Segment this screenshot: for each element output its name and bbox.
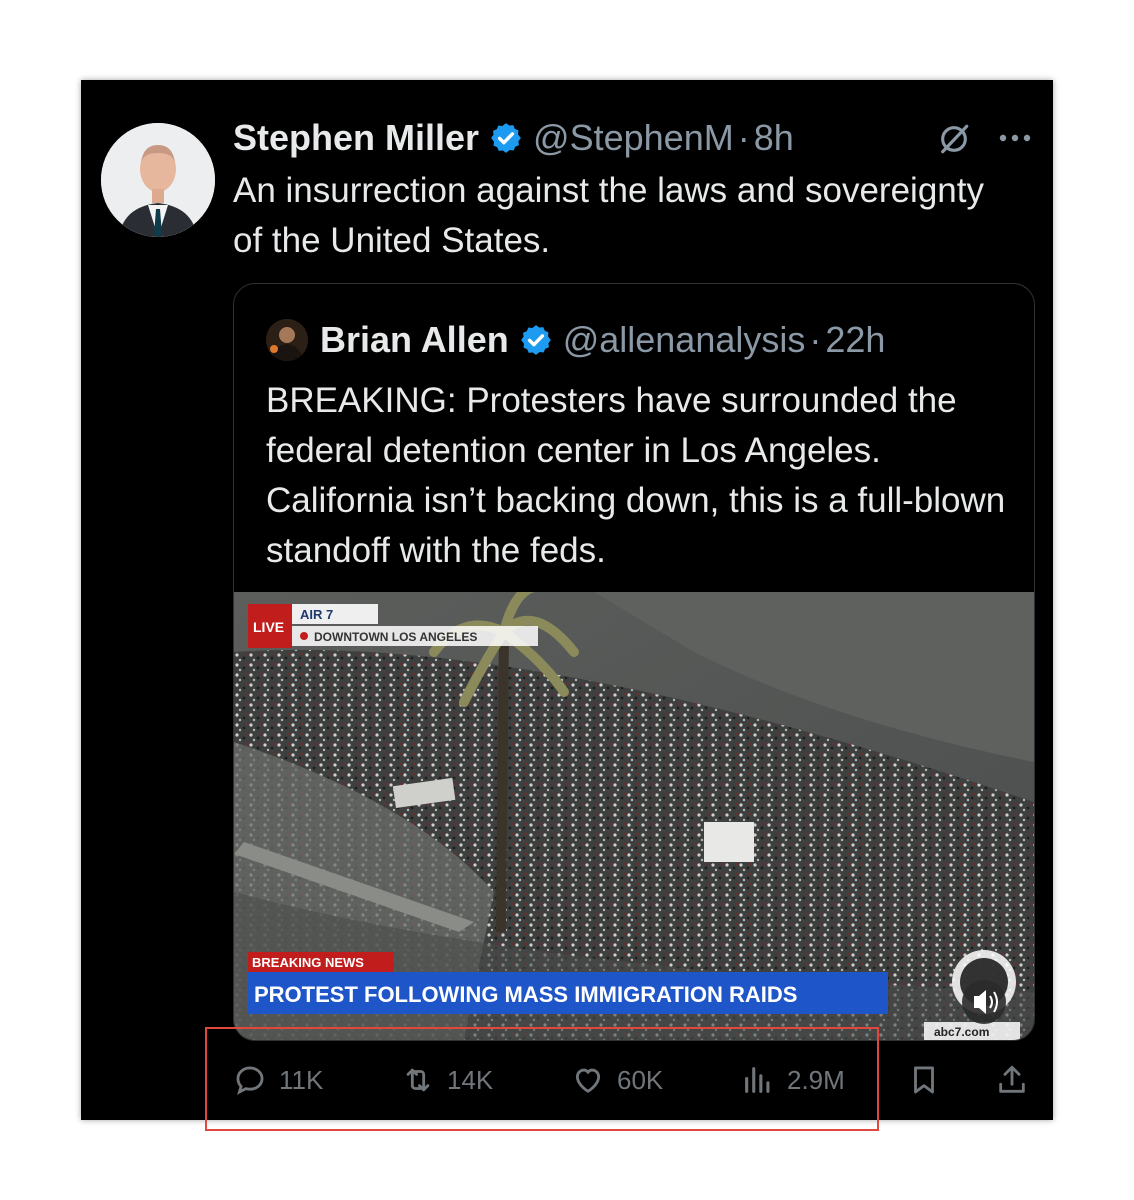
bookmark-icon bbox=[914, 1066, 934, 1094]
author-name[interactable]: Stephen Miller bbox=[233, 117, 479, 159]
quoted-tweet-header: Brian Allen @allenanalysis · 22h bbox=[266, 317, 885, 363]
quoted-tweet-text: BREAKING: Protesters have surrounded the… bbox=[266, 381, 1006, 570]
more-icon[interactable] bbox=[997, 128, 1033, 148]
share-icon bbox=[999, 1065, 1025, 1093]
verified-badge-icon bbox=[491, 123, 521, 153]
breaking-news-label: BREAKING NEWS bbox=[252, 955, 364, 970]
quoted-author-name[interactable]: Brian Allen bbox=[320, 319, 509, 361]
grok-icon[interactable] bbox=[937, 122, 971, 156]
quoted-author-avatar[interactable] bbox=[266, 319, 308, 361]
tweet-header: Stephen Miller @StephenM · 8h bbox=[233, 115, 794, 161]
aerial-protest-video-frame: LIVE AIR 7 DOWNTOWN LOS ANGELES BREAKING… bbox=[234, 592, 1034, 1040]
engagement-highlight-box bbox=[205, 1027, 879, 1131]
headline-ticker: PROTEST FOLLOWING MASS IMMIGRATION RAIDS bbox=[254, 982, 797, 1007]
share-button[interactable] bbox=[995, 1060, 1041, 1100]
station-site: abc7.com bbox=[934, 1025, 989, 1039]
separator-dot: · bbox=[737, 117, 750, 158]
volume-icon[interactable] bbox=[962, 980, 1006, 1024]
air-label: AIR 7 bbox=[300, 607, 333, 622]
bookmark-button[interactable] bbox=[907, 1060, 953, 1100]
news-video[interactable]: LIVE AIR 7 DOWNTOWN LOS ANGELES BREAKING… bbox=[234, 592, 1034, 1040]
author-handle[interactable]: @StephenM bbox=[533, 117, 734, 159]
quoted-tweet[interactable]: Brian Allen @allenanalysis · 22h BREAKIN… bbox=[233, 283, 1035, 1041]
quoted-author-handle[interactable]: @allenanalysis bbox=[563, 319, 806, 361]
quoted-tweet-timestamp[interactable]: 22h bbox=[825, 319, 885, 361]
author-avatar[interactable] bbox=[101, 123, 215, 237]
tweet-text: An insurrection against the laws and sov… bbox=[233, 171, 984, 260]
tweet-card: Stephen Miller @StephenM · 8h An insurre… bbox=[81, 80, 1053, 1120]
verified-badge-icon bbox=[520, 325, 551, 355]
live-badge: LIVE bbox=[253, 619, 284, 635]
tweet-timestamp[interactable]: 8h bbox=[754, 117, 794, 159]
separator-dot: · bbox=[809, 319, 822, 360]
location-label: DOWNTOWN LOS ANGELES bbox=[314, 630, 477, 644]
